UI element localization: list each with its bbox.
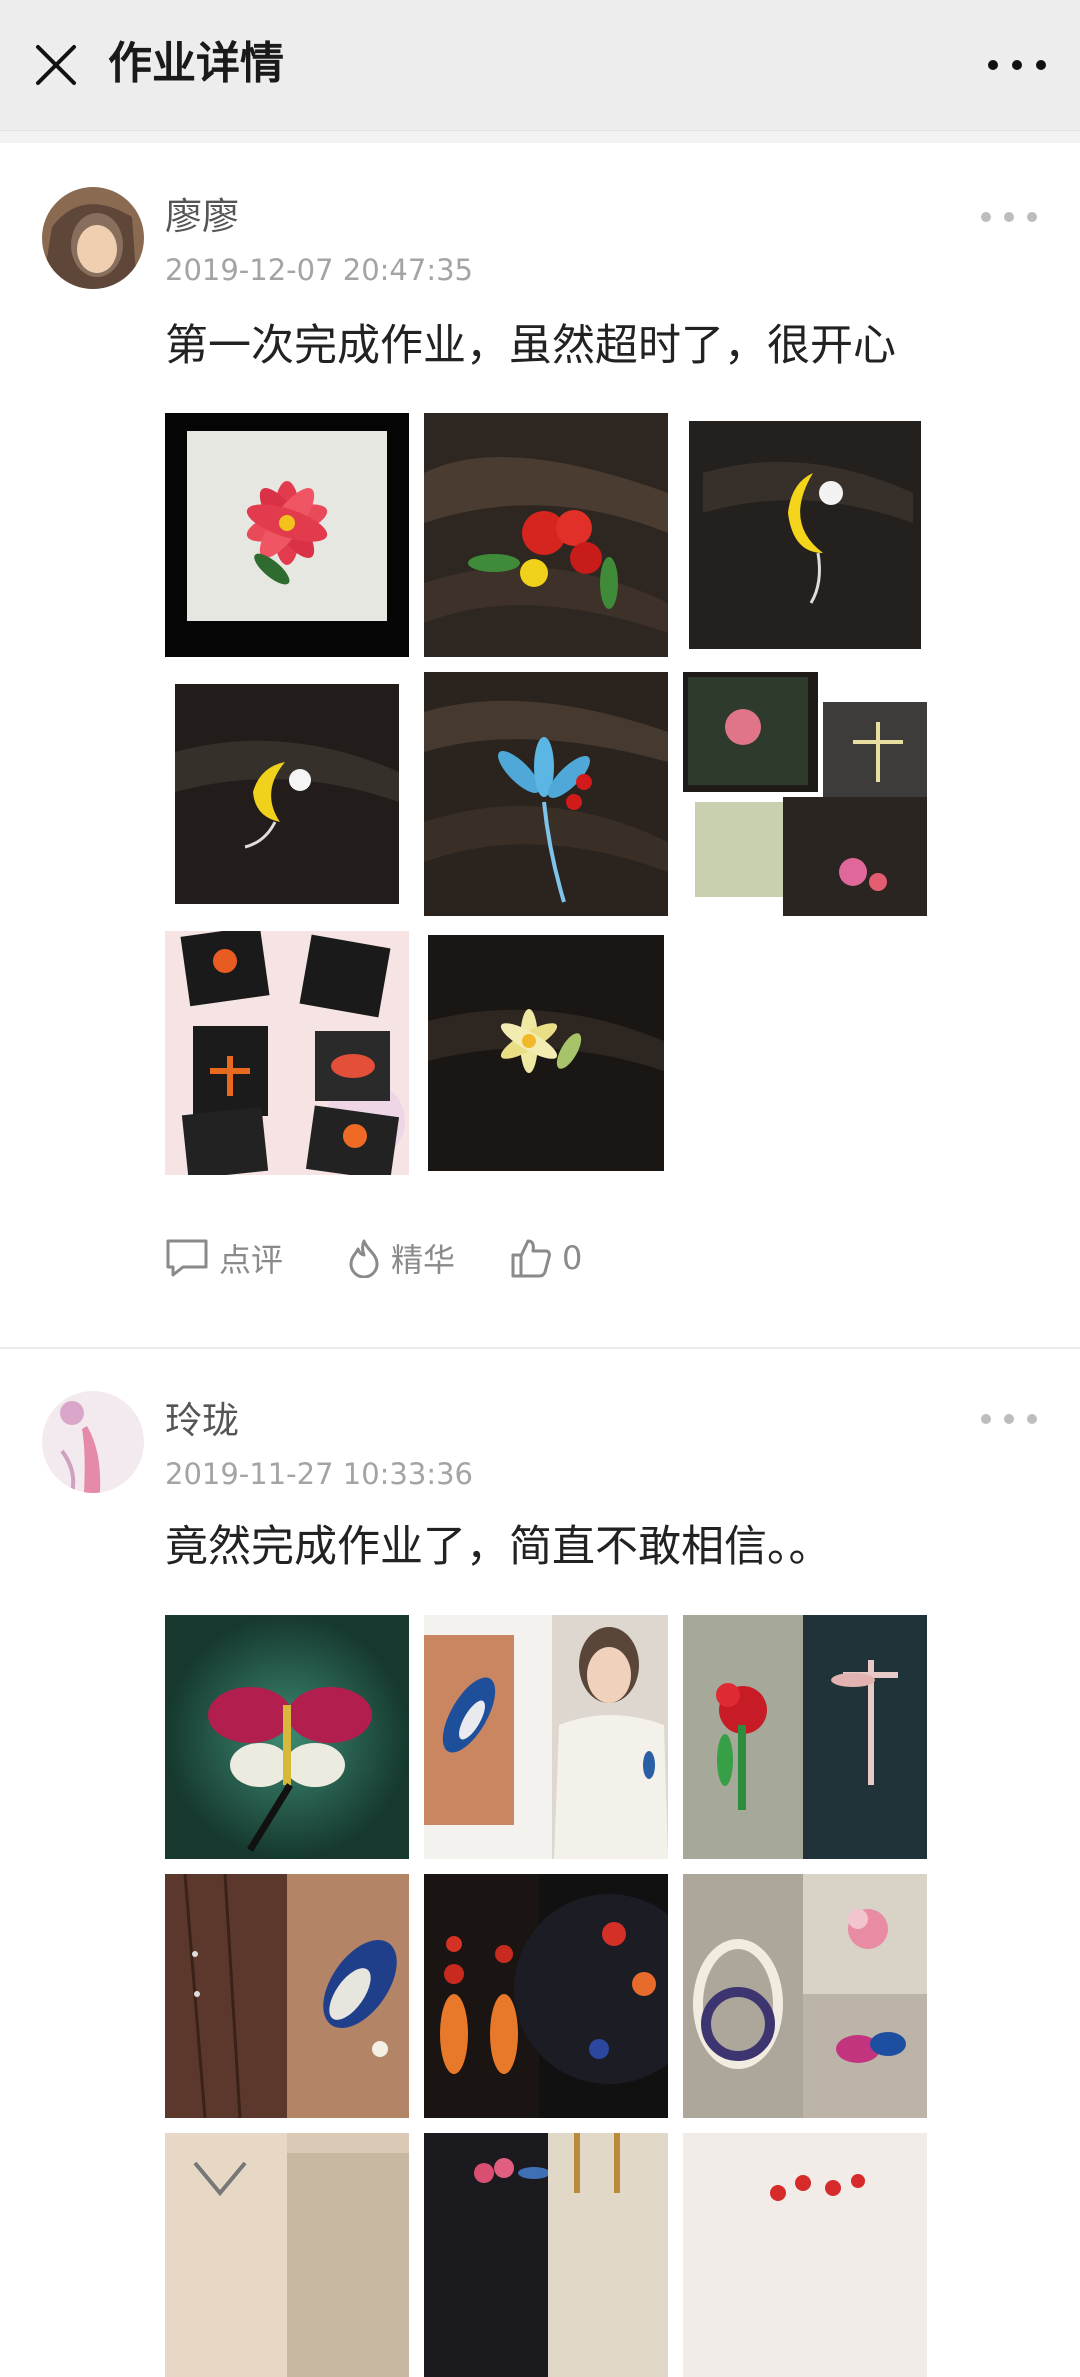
post-more-icon[interactable] [978, 207, 1040, 227]
close-icon[interactable] [28, 37, 84, 93]
post-image[interactable] [683, 1615, 927, 1859]
top-bar: 作业详情 [0, 0, 1080, 131]
comment-button[interactable]: 点评 [165, 1228, 283, 1288]
post-image[interactable] [683, 2133, 927, 2377]
post-image[interactable] [165, 1874, 409, 2118]
post-image[interactable] [165, 1615, 409, 1859]
highlight-label: 精华 [391, 1241, 456, 1279]
post-image[interactable] [424, 1874, 668, 2118]
post-image[interactable] [165, 931, 409, 1175]
like-count: 0 [562, 1239, 583, 1277]
highlight-button[interactable]: 精华 [347, 1228, 455, 1288]
like-button[interactable]: 0 [510, 1228, 582, 1288]
post-card: 廖廖 2019-12-07 20:47:35 第一次完成作业，虽然超时了，很开心 [0, 143, 1080, 1343]
post-image[interactable] [424, 2133, 668, 2377]
thumbs-up-icon [511, 1239, 551, 1278]
post-time: 2019-11-27 10:33:36 [165, 1457, 473, 1491]
avatar[interactable] [42, 187, 144, 289]
flame-icon [349, 1239, 379, 1278]
post-actions: 点评 精华 0 [165, 1228, 865, 1288]
comment-icon [166, 1239, 208, 1277]
post-more-icon[interactable] [978, 1409, 1040, 1429]
post-image[interactable] [683, 1874, 927, 2118]
post-image[interactable] [165, 672, 409, 916]
avatar[interactable] [42, 1391, 144, 1493]
post-image[interactable] [165, 413, 409, 657]
post-image[interactable] [424, 931, 668, 1175]
post-image[interactable] [424, 1615, 668, 1859]
header-gap [0, 131, 1080, 143]
post-content: 竟然完成作业了，简直不敢相信。。 [165, 1522, 832, 1572]
post-image[interactable] [683, 672, 927, 916]
comment-label: 点评 [219, 1241, 284, 1279]
page-title: 作业详情 [108, 38, 284, 89]
author-name[interactable]: 玲珑 [165, 1396, 239, 1446]
post-card: 玲珑 2019-11-27 10:33:36 竟然完成作业了，简直不敢相信。。 [0, 1349, 1080, 2377]
post-image[interactable] [424, 413, 668, 657]
author-name[interactable]: 廖廖 [165, 192, 239, 242]
more-horizontal-icon[interactable] [982, 47, 1052, 83]
post-content: 第一次完成作业，虽然超时了，很开心 [165, 321, 896, 371]
post-image[interactable] [165, 2133, 409, 2377]
post-image[interactable] [683, 413, 927, 657]
post-time: 2019-12-07 20:47:35 [165, 253, 473, 287]
post-image[interactable] [424, 672, 668, 916]
